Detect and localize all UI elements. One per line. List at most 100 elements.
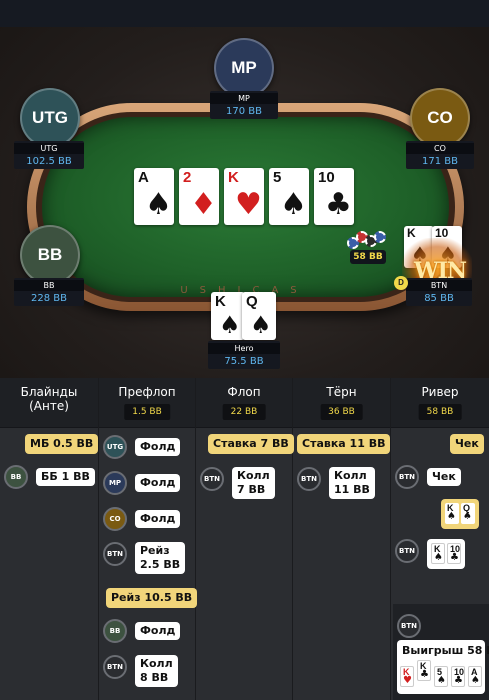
action-mp: Фолд (135, 474, 181, 492)
mini-card: K ♠ (445, 503, 459, 524)
btn-showdown: K ♠ 10 ♣ (427, 539, 465, 569)
column-flop: Флоп 22 BB Ставка 7 BB BTN Колл 7 BB (196, 378, 294, 700)
seat-stack: 102.5 BB (26, 156, 72, 167)
board-card-4: 5 ♠ (269, 168, 309, 225)
action-amount: 11 BB (334, 483, 370, 496)
board-card-5: 10 ♣ (314, 168, 354, 225)
board-card-2: 2 ♦ (179, 168, 219, 225)
seat-stack: 171 BB (422, 156, 458, 167)
action-btn-raise: Рейз 2.5 BB (135, 542, 186, 574)
mini-card: 10 ♣ (451, 666, 465, 687)
poker-table-area: USHICAS MP MP 170 BB UTG UTG 102.5 BB CO… (0, 0, 489, 378)
column-turn: Тёрн 36 BB Ставка 11 BB BTN Колл 11 BB (293, 378, 391, 700)
column-header: Флоп 22 BB (196, 378, 292, 428)
pot-size: 36 BB (320, 404, 363, 420)
column-blinds: Блайнды (Анте) МБ 0.5 BB BB ББ 1 BB (0, 378, 99, 700)
seat-name: Hero (208, 343, 280, 354)
seat-stack: 170 BB (226, 106, 262, 117)
seat-plate: UTG 102.5 BB (14, 141, 84, 169)
action-label: Колл (237, 469, 270, 482)
action-amount: 2.5 BB (140, 558, 181, 571)
board-card-1: A ♠ (134, 168, 174, 225)
card-rank: 5 (273, 169, 282, 186)
club-icon: ♣ (454, 675, 463, 686)
heart-icon: ♥ (403, 675, 412, 686)
position-badge: BTN (397, 614, 421, 638)
column-header: Тёрн 36 BB (293, 378, 390, 428)
spade-icon: ♠ (219, 311, 241, 339)
mini-card: K ♣ (417, 660, 431, 681)
column-header: Блайнды (Анте) (0, 378, 98, 428)
seat-name: CO (406, 143, 474, 154)
avatar: CO (410, 88, 470, 148)
seat-plate: BTN 85 BB (406, 278, 472, 306)
position-badge: UTG (103, 435, 127, 459)
winner-label: Выигрыш 58 BB (402, 644, 489, 657)
mini-card: K ♠ (431, 543, 445, 564)
mini-card: 5 ♠ (434, 666, 448, 687)
action-sb: МБ 0.5 BB (25, 434, 99, 454)
action-btn-call: Колл 7 BB (232, 467, 275, 499)
position-badge: BB (4, 465, 28, 489)
column-title: Блайнды (Анте) (20, 385, 78, 413)
action-label: Рейз (140, 544, 170, 557)
column-title: Префлоп (118, 385, 176, 399)
diamond-icon: ♦ (190, 187, 217, 222)
dealer-button: D (394, 276, 408, 290)
hole-card-2: Q ♠ (242, 292, 276, 340)
winner-summary: Выигрыш 58 BB K ♥ K ♣ 5 ♠ 10 ♣ A ♠ (397, 640, 489, 694)
mini-card: A ♠ (468, 666, 482, 687)
action-hero-bet: Ставка 7 BB (208, 434, 294, 454)
spade-icon: ♠ (145, 187, 172, 222)
hand-history: Блайнды (Анте) МБ 0.5 BB BB ББ 1 BB Преф… (0, 378, 489, 700)
card-rank: 10 (318, 169, 335, 186)
seat-name: BTN (406, 280, 472, 291)
card-rank: K (215, 293, 226, 310)
action-amount: 7 BB (237, 483, 266, 496)
action-bb-fold: Фолд (135, 622, 181, 640)
mini-card: Q ♠ (461, 503, 475, 524)
action-bb: ББ 1 BB (36, 468, 95, 486)
avatar: MP (214, 38, 274, 98)
seat-plate: CO 171 BB (406, 141, 474, 169)
card-rank: 2 (183, 169, 192, 186)
seat-plate: BB 228 BB (14, 278, 84, 306)
seat-plate: Hero 75.5 BB (208, 341, 280, 369)
position-badge: BTN (200, 467, 224, 491)
board-card-3: K ♥ (224, 168, 264, 225)
pot-size: 1.5 BB (124, 404, 170, 420)
spade-icon: ♠ (471, 675, 480, 686)
club-icon: ♣ (325, 187, 352, 222)
action-co: Фолд (135, 510, 181, 528)
position-badge: BB (103, 619, 127, 643)
action-hero-bet: Ставка 11 BB (297, 434, 391, 454)
action-hero-check: Чек (450, 434, 484, 454)
seat-plate: MP 170 BB (210, 91, 278, 119)
club-icon: ♣ (420, 669, 429, 680)
avatar: BB (20, 225, 80, 285)
seat-stack: 228 BB (31, 293, 67, 304)
position-badge: BTN (395, 465, 419, 489)
column-preflop: Префлоп 1.5 BB UTG Фолд MP Фолд CO Фолд … (99, 378, 198, 700)
action-hero-raise: Рейз 10.5 BB (106, 588, 198, 608)
card-rank: K (228, 169, 239, 186)
spade-icon: ♠ (250, 311, 272, 339)
seat-stack: 85 BB (424, 293, 454, 304)
action-btn-call: Колл 11 BB (329, 467, 375, 499)
mini-card: K ♥ (400, 666, 414, 687)
top-bar (0, 0, 489, 27)
action-utg: Фолд (135, 438, 181, 456)
column-title: Флоп (227, 385, 261, 399)
avatar: UTG (20, 88, 80, 148)
action-amount: 8 BB (140, 671, 169, 684)
spade-icon: ♠ (463, 511, 472, 522)
seat-name: UTG (14, 143, 84, 154)
position-badge: MP (103, 471, 127, 495)
position-badge: BTN (395, 539, 419, 563)
seat-name: BB (14, 280, 84, 291)
seat-stack: 75.5 BB (224, 356, 264, 367)
chip-icon (374, 231, 386, 243)
spade-icon: ♠ (280, 187, 307, 222)
column-header: Ривер 58 BB (391, 378, 489, 428)
winner-panel: BTN Выигрыш 58 BB K ♥ K ♣ 5 ♠ 10 ♣ A ♠ (393, 604, 489, 700)
